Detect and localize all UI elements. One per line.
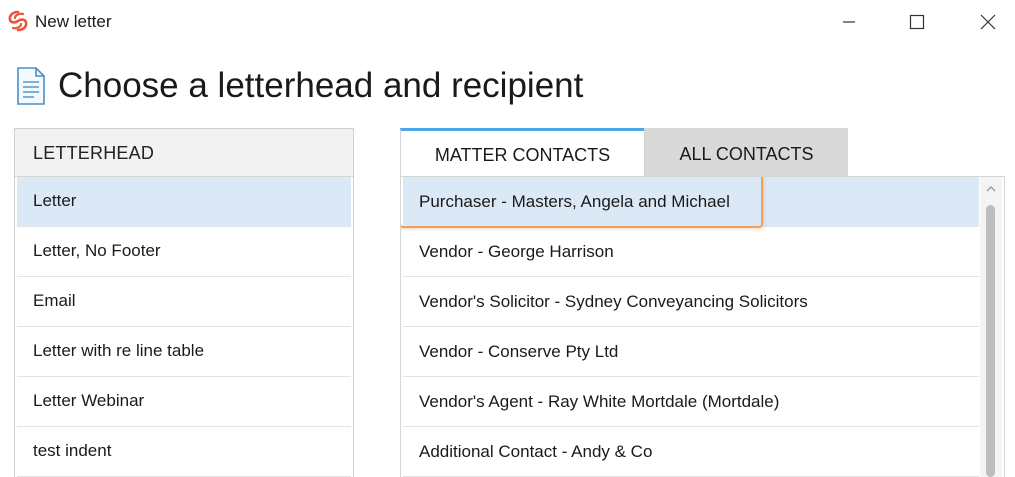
- close-button[interactable]: [965, 6, 1011, 38]
- contacts-panel: Purchaser - Masters, Angela and Michael …: [400, 176, 1005, 477]
- maximize-button[interactable]: [894, 6, 940, 38]
- swirl-logo-icon: [8, 10, 28, 32]
- contact-item-additional[interactable]: Additional Contact - Andy & Co: [403, 427, 979, 477]
- document-icon: [17, 67, 45, 105]
- scroll-thumb[interactable]: [986, 205, 995, 477]
- window-title: New letter: [35, 12, 112, 31]
- tab-matter-contacts[interactable]: MATTER CONTACTS: [400, 128, 644, 176]
- tab-all-contacts[interactable]: ALL CONTACTS: [644, 128, 848, 176]
- letterhead-item-letter-webinar[interactable]: Letter Webinar: [17, 377, 351, 427]
- contact-item-vendors-solicitor[interactable]: Vendor's Solicitor - Sydney Conveyancing…: [403, 277, 979, 327]
- contact-item-purchaser[interactable]: Purchaser - Masters, Angela and Michael: [401, 177, 979, 228]
- letterhead-item-test-indent[interactable]: test indent: [17, 427, 351, 477]
- letterhead-item-letter[interactable]: Letter: [17, 177, 351, 227]
- close-icon: [980, 14, 996, 30]
- minimize-button[interactable]: [826, 6, 872, 38]
- contact-item-vendor-conserve[interactable]: Vendor - Conserve Pty Ltd: [403, 327, 979, 377]
- contact-item-label: Purchaser - Masters, Angela and Michael: [419, 192, 730, 211]
- contact-item-vendors-agent[interactable]: Vendor's Agent - Ray White Mortdale (Mor…: [403, 377, 979, 427]
- contacts-scrollbar[interactable]: [980, 177, 1002, 477]
- scroll-up-button[interactable]: [980, 181, 1002, 197]
- chevron-up-icon: [986, 186, 996, 192]
- letterhead-item-email[interactable]: Email: [17, 277, 351, 327]
- minimize-icon: [843, 21, 855, 23]
- letterhead-item-letter-no-footer[interactable]: Letter, No Footer: [17, 227, 351, 277]
- page-title: Choose a letterhead and recipient: [58, 66, 584, 105]
- contact-item-vendor-george[interactable]: Vendor - George Harrison: [403, 227, 979, 277]
- letterhead-panel: LETTERHEAD Letter Letter, No Footer Emai…: [14, 128, 354, 477]
- maximize-icon: [909, 14, 925, 30]
- title-bar: New letter: [0, 0, 1015, 44]
- letterhead-header: LETTERHEAD: [15, 129, 353, 177]
- letterhead-item-letter-re-line-table[interactable]: Letter with re line table: [17, 327, 351, 377]
- letterhead-list: Letter Letter, No Footer Email Letter wi…: [15, 177, 353, 477]
